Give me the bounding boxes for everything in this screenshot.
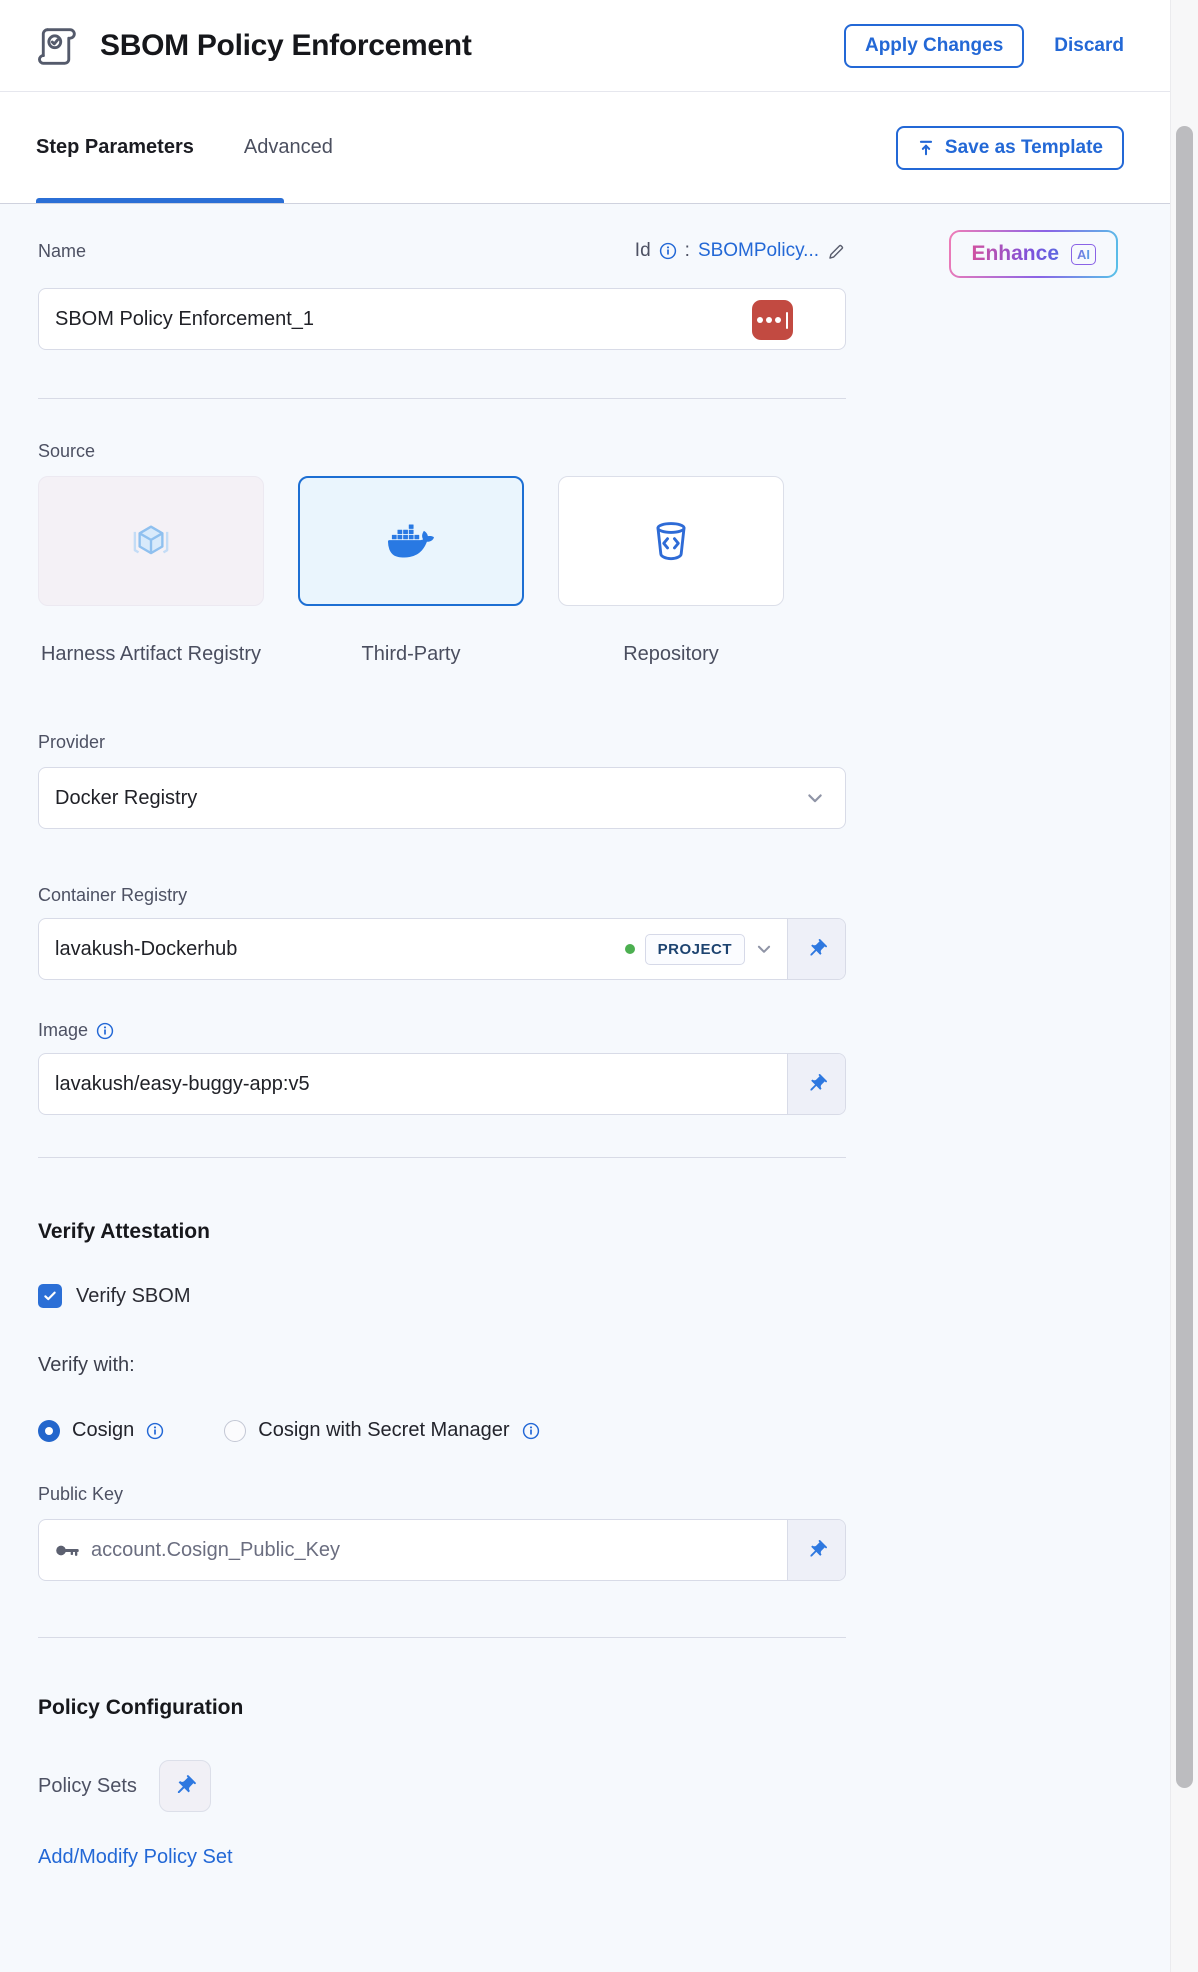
divider xyxy=(38,1637,846,1638)
verify-sbom-label: Verify SBOM xyxy=(76,1285,190,1308)
tab-advanced[interactable]: Advanced xyxy=(244,136,333,159)
radio-cosign-selected[interactable] xyxy=(38,1420,60,1442)
container-registry-input[interactable]: lavakush-Dockerhub PROJECT xyxy=(39,919,787,979)
image-info-icon[interactable] xyxy=(96,1022,114,1040)
header: SBOM Policy Enforcement Apply Changes Di… xyxy=(0,0,1170,92)
enhance-ai-button[interactable]: Enhance AI xyxy=(949,230,1118,278)
source-label-harness-artifact-registry: Harness Artifact Registry xyxy=(38,640,264,668)
enhance-ai-inner: Enhance AI xyxy=(951,232,1116,276)
image-field: lavakush/easy-buggy-app:v5 xyxy=(38,1053,846,1115)
tabs: Step Parameters Advanced xyxy=(36,136,333,159)
password-manager-autofill-icon[interactable] xyxy=(752,300,793,340)
source-card-labels: Harness Artifact Registry Third-Party Re… xyxy=(38,640,1170,668)
chevron-down-icon xyxy=(805,788,825,808)
connector-status-dot xyxy=(625,944,635,954)
scrollbar-thumb[interactable] xyxy=(1176,126,1193,1788)
policy-sets-pin-button[interactable] xyxy=(159,1760,211,1812)
step-id-cluster: Id : SBOMPolicy... xyxy=(635,240,846,262)
pin-icon xyxy=(806,1539,828,1561)
public-key-value: account.Cosign_Public_Key xyxy=(91,1539,340,1562)
cosign-info-icon[interactable] xyxy=(146,1422,164,1440)
image-value: lavakush/easy-buggy-app:v5 xyxy=(55,1073,310,1096)
id-label: Id xyxy=(635,240,651,262)
ai-badge: AI xyxy=(1071,244,1096,265)
container-registry-field: lavakush-Dockerhub PROJECT xyxy=(38,918,846,980)
add-modify-policy-set-link[interactable]: Add/Modify Policy Set xyxy=(38,1846,233,1869)
step-parameters-body: Enhance AI Name Id : SBOMPolicy... xyxy=(0,204,1170,1972)
policy-sets-row: Policy Sets xyxy=(38,1760,1170,1812)
edit-id-icon[interactable] xyxy=(827,242,846,261)
public-key-input[interactable]: account.Cosign_Public_Key xyxy=(39,1520,787,1580)
policy-sets-label: Policy Sets xyxy=(38,1775,137,1798)
verify-with-radio-group: Cosign Cosign with Secret Manager xyxy=(38,1419,1170,1442)
divider xyxy=(38,398,846,399)
dot xyxy=(757,317,763,323)
verify-with-label: Verify with: xyxy=(38,1354,1170,1377)
divider xyxy=(38,1157,846,1158)
provider-label: Provider xyxy=(38,732,1170,753)
pin-icon xyxy=(173,1774,197,1798)
caret-bar xyxy=(786,312,789,329)
discard-button[interactable]: Discard xyxy=(1054,35,1124,57)
source-card-third-party[interactable] xyxy=(298,476,524,606)
dot xyxy=(766,317,772,323)
image-input[interactable]: lavakush/easy-buggy-app:v5 xyxy=(39,1054,787,1114)
step-id-value[interactable]: SBOMPolicy... xyxy=(698,240,819,262)
tab-step-parameters[interactable]: Step Parameters xyxy=(36,136,194,159)
page-title: SBOM Policy Enforcement xyxy=(100,29,472,63)
name-row: Name Id : SBOMPolicy... xyxy=(38,240,846,262)
cosign-secret-manager-info-icon[interactable] xyxy=(522,1422,540,1440)
apply-changes-button[interactable]: Apply Changes xyxy=(844,24,1024,68)
save-as-template-label: Save as Template xyxy=(945,137,1103,159)
sbom-scroll-icon xyxy=(36,23,82,69)
docker-icon xyxy=(388,518,434,564)
source-label: Source xyxy=(38,441,1170,462)
source-card-repository[interactable] xyxy=(558,476,784,606)
source-card-harness-artifact-registry[interactable] xyxy=(38,476,264,606)
cosign-radio-label[interactable]: Cosign xyxy=(72,1419,134,1442)
tab-bar: Step Parameters Advanced Save as Templat… xyxy=(0,92,1170,204)
scrollbar xyxy=(1170,0,1198,1972)
provider-select[interactable]: Docker Registry xyxy=(38,767,846,829)
pin-icon xyxy=(806,1073,828,1095)
public-key-field: account.Cosign_Public_Key xyxy=(38,1519,846,1581)
id-separator: : xyxy=(685,240,690,262)
name-input-wrapper xyxy=(38,288,846,350)
image-label: Image xyxy=(38,1020,88,1041)
verify-attestation-heading: Verify Attestation xyxy=(38,1220,1170,1244)
image-label-row: Image xyxy=(38,1020,1170,1041)
verify-sbom-checkbox-row[interactable]: Verify SBOM xyxy=(38,1284,1170,1308)
enhance-label: Enhance xyxy=(971,242,1059,266)
container-registry-value: lavakush-Dockerhub xyxy=(55,938,237,961)
public-key-label: Public Key xyxy=(38,1484,1170,1505)
name-input[interactable] xyxy=(55,308,829,331)
header-actions: Apply Changes Discard xyxy=(844,24,1124,68)
upload-icon xyxy=(917,139,935,157)
provider-value: Docker Registry xyxy=(55,787,197,810)
pin-icon xyxy=(806,938,828,960)
container-registry-label: Container Registry xyxy=(38,885,1170,906)
cube-icon xyxy=(129,519,173,563)
dot xyxy=(775,317,781,323)
id-info-icon[interactable] xyxy=(659,242,677,260)
name-label: Name xyxy=(38,241,86,262)
repository-icon xyxy=(648,518,694,564)
source-label-repository: Repository xyxy=(558,640,784,668)
key-icon xyxy=(55,1543,81,1558)
source-label-third-party: Third-Party xyxy=(298,640,524,668)
active-tab-indicator xyxy=(36,198,284,203)
policy-configuration-heading: Policy Configuration xyxy=(38,1696,1170,1720)
sbom-policy-enforcement-panel: SBOM Policy Enforcement Apply Changes Di… xyxy=(0,0,1198,1972)
cosign-secret-manager-radio-label[interactable]: Cosign with Secret Manager xyxy=(258,1419,509,1442)
public-key-pin-button[interactable] xyxy=(787,1520,845,1580)
container-registry-pin-button[interactable] xyxy=(787,919,845,979)
save-as-template-button[interactable]: Save as Template xyxy=(896,126,1124,170)
source-cards xyxy=(38,476,1170,606)
checkbox-checked-icon[interactable] xyxy=(38,1284,62,1308)
radio-cosign-secret-manager[interactable] xyxy=(224,1420,246,1442)
scope-badge[interactable]: PROJECT xyxy=(645,934,745,965)
chevron-down-icon[interactable] xyxy=(755,940,773,958)
image-pin-button[interactable] xyxy=(787,1054,845,1114)
